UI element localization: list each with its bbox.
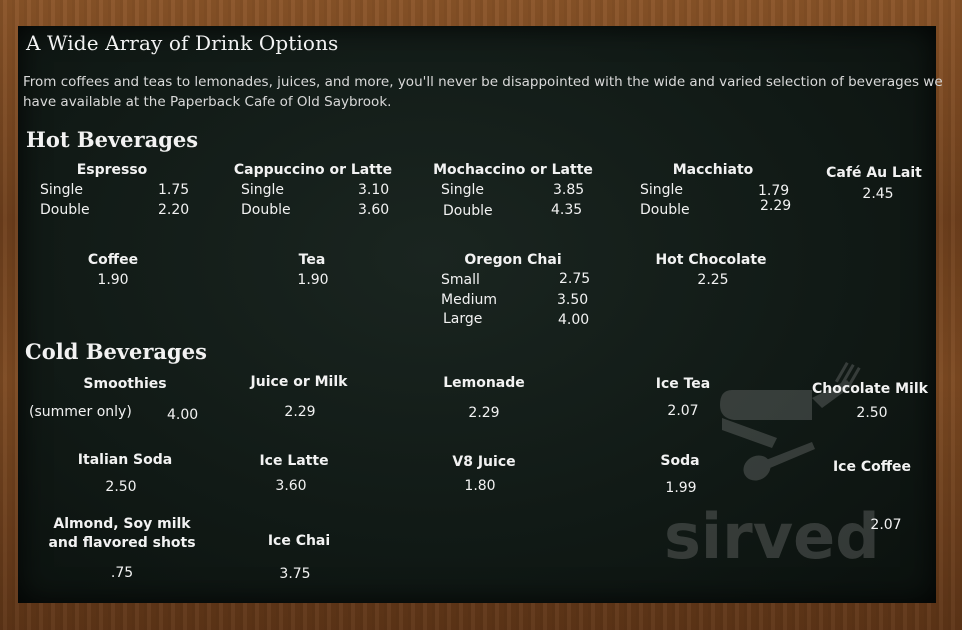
espresso-double-label: Double [40, 202, 90, 218]
mochaccino-single-label: Single [441, 182, 485, 198]
espresso-single-label: Single [40, 182, 84, 198]
smoothies-price: 4.00 [167, 407, 199, 423]
ice-chai-name: Ice Chai [267, 533, 331, 549]
macchiato-double-label: Double [640, 202, 690, 218]
ice-latte-price: 3.60 [275, 478, 307, 494]
espresso-name: Espresso [76, 162, 148, 178]
chai-medium-price: 3.50 [557, 292, 589, 308]
v8-juice-name: V8 Juice [452, 454, 516, 470]
chocolate-milk-price: 2.50 [856, 405, 888, 421]
espresso-single-price: 1.75 [158, 182, 190, 198]
lemonade-price: 2.29 [468, 405, 500, 421]
soda-price: 1.99 [665, 480, 697, 496]
almond-name-line2: and flavored shots [48, 535, 196, 551]
smoothies-note: (summer only) [29, 404, 132, 420]
cappuccino-single-price: 3.10 [358, 182, 390, 198]
italian-soda-name: Italian Soda [77, 452, 173, 468]
tea-name: Tea [298, 252, 326, 268]
mochaccino-double-price: 4.35 [551, 202, 583, 218]
chai-large-price: 4.00 [558, 312, 590, 328]
chai-small-price: 2.75 [559, 271, 591, 287]
ice-chai-price: 3.75 [279, 566, 311, 582]
espresso-double-price: 2.20 [158, 202, 190, 218]
coffee-name: Coffee [87, 252, 139, 268]
chai-small-label: Small [441, 272, 480, 288]
mochaccino-name: Mochaccino or Latte [433, 162, 593, 178]
hot-chocolate-name: Hot Chocolate [655, 252, 767, 268]
hot-beverages-heading: Hot Beverages [26, 127, 199, 152]
cold-beverages-heading: Cold Beverages [25, 339, 207, 364]
macchiato-single-price: 1.79 [758, 183, 790, 199]
macchiato-single-label: Single [640, 182, 684, 198]
cappuccino-single-label: Single [241, 182, 285, 198]
oregon-chai-name: Oregon Chai [464, 252, 562, 268]
mochaccino-single-price: 3.85 [553, 182, 585, 198]
chai-medium-label: Medium [441, 292, 497, 308]
ice-latte-name: Ice Latte [259, 453, 329, 469]
juice-milk-name: Juice or Milk [250, 374, 348, 390]
mochaccino-double-label: Double [443, 203, 493, 219]
ice-tea-name: Ice Tea [655, 376, 711, 392]
smoothies-name: Smoothies [83, 376, 167, 392]
chocolate-milk-name: Chocolate Milk [812, 381, 928, 397]
almond-name-line1: Almond, Soy milk [53, 516, 191, 532]
almond-price: .75 [110, 565, 134, 581]
chai-large-label: Large [443, 311, 483, 327]
page-title: A Wide Array of Drink Options [26, 31, 339, 55]
juice-milk-price: 2.29 [284, 404, 316, 420]
cappuccino-double-label: Double [241, 202, 291, 218]
hot-chocolate-price: 2.25 [697, 272, 729, 288]
cappuccino-double-price: 3.60 [358, 202, 390, 218]
cappuccino-name: Cappuccino or Latte [233, 162, 393, 178]
ice-coffee-price: 2.07 [870, 517, 902, 533]
cafe-au-lait-name: Café Au Lait [826, 165, 922, 181]
coffee-price: 1.90 [97, 272, 129, 288]
italian-soda-price: 2.50 [105, 479, 137, 495]
ice-coffee-name: Ice Coffee [832, 459, 912, 475]
soda-name: Soda [660, 453, 700, 469]
macchiato-double-price: 2.29 [760, 198, 792, 214]
lemonade-name: Lemonade [443, 375, 525, 391]
macchiato-name: Macchiato [672, 162, 754, 178]
ice-tea-price: 2.07 [667, 403, 699, 419]
v8-juice-price: 1.80 [464, 478, 496, 494]
intro-paragraph: From coffees and teas to lemonades, juic… [23, 74, 943, 110]
cafe-au-lait-price: 2.45 [862, 186, 894, 202]
watermark-text: sirved [664, 500, 880, 570]
tea-price: 1.90 [297, 272, 329, 288]
